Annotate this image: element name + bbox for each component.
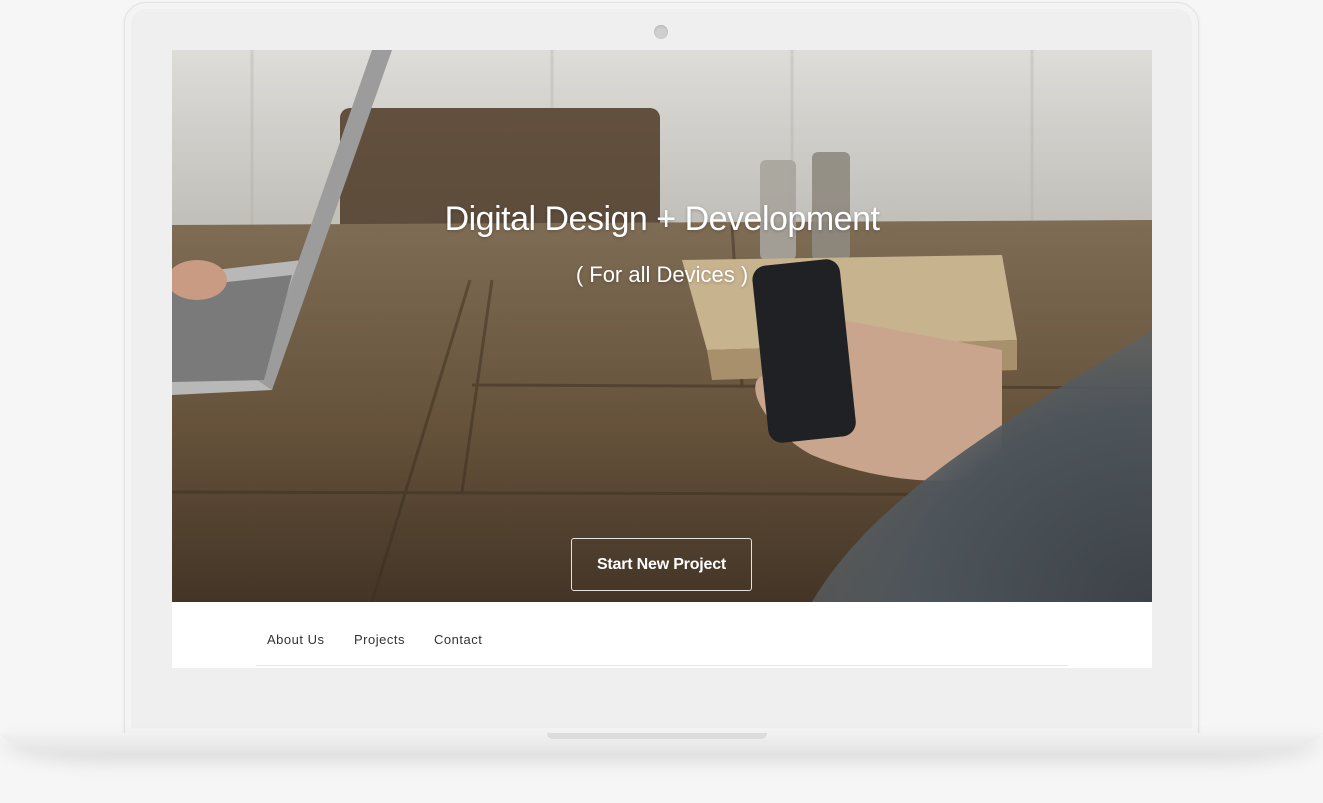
hero-background-image xyxy=(172,50,1152,602)
hero-title: Digital Design + Development xyxy=(444,200,880,238)
hero-section: Digital Design + Development ( For all D… xyxy=(172,50,1152,602)
nav-link-projects[interactable]: Projects xyxy=(354,632,405,647)
hero-subtitle: ( For all Devices ) xyxy=(575,262,749,287)
start-new-project-button[interactable]: Start New Project xyxy=(571,538,752,591)
site-nav: About Us Projects Contact xyxy=(256,602,1068,666)
nav-link-contact[interactable]: Contact xyxy=(434,632,482,647)
website-screen: Digital Design + Development ( For all D… xyxy=(172,50,1152,668)
nav-link-about-us[interactable]: About Us xyxy=(267,632,324,647)
webcam-icon xyxy=(654,25,668,39)
device-mockup: Digital Design + Development ( For all D… xyxy=(0,0,1323,803)
laptop-hinge-notch xyxy=(547,733,767,739)
